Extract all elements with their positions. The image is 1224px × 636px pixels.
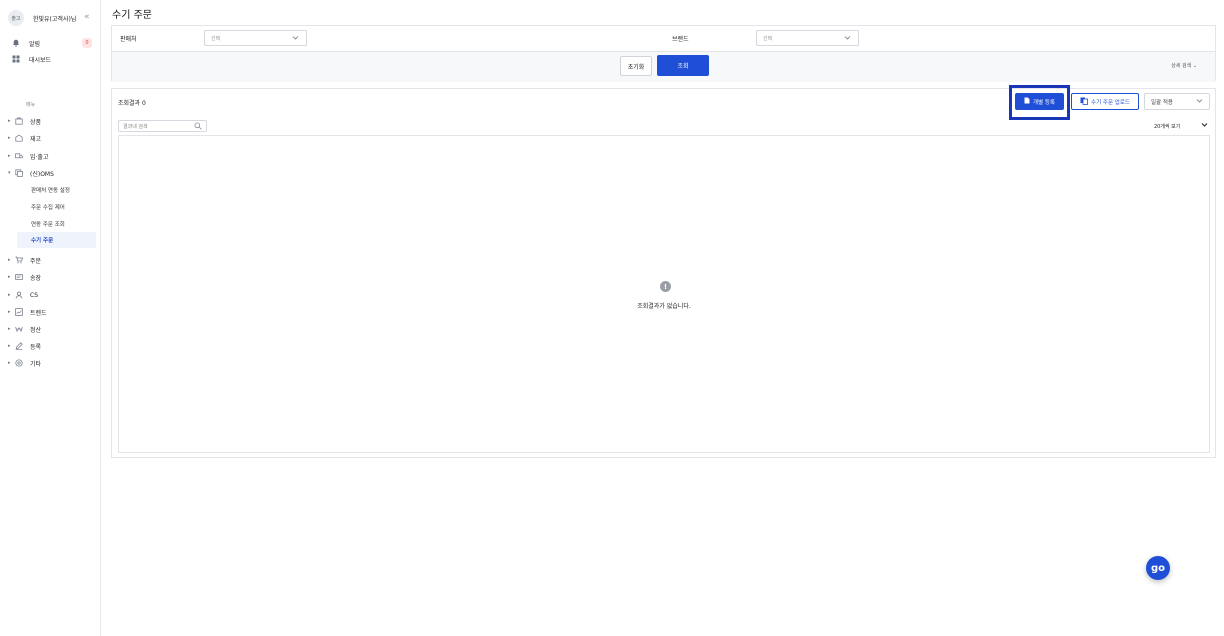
filter-row: 판매처 선택 브랜드 선택 (112, 26, 1215, 52)
bulk-apply-value: 일괄 적용 (1151, 99, 1173, 106)
brand-label: 브랜드 (672, 36, 689, 43)
search-button[interactable]: 조회 (657, 55, 709, 76)
sidebar-item-label: 트렌드 (30, 309, 47, 317)
invoice-icon (14, 273, 23, 281)
profile[interactable]: 출고 한빛유(고객사)님 « (8, 10, 96, 26)
alarm-label: 알림 (29, 40, 41, 48)
pencil-icon (14, 342, 23, 350)
sidebar-item-invoice[interactable]: ▸ 송장 (0, 271, 100, 283)
sidebar-subitem-seller-link[interactable]: 판매처 연동 설정 (17, 182, 96, 198)
dashboard-label: 대시보드 (29, 56, 52, 64)
individual-register-label: 개별 등록 (1033, 99, 1055, 106)
seller-label: 판매처 (120, 36, 137, 43)
sidebar-item-order[interactable]: ▸ 주문 (0, 254, 100, 266)
box-icon (14, 117, 23, 125)
truck-icon (14, 152, 23, 160)
warehouse-icon (14, 134, 23, 142)
sidebar-item-label: 상품 (30, 118, 42, 126)
collapse-icon[interactable]: « (84, 12, 90, 22)
sidebar-item-label: 송장 (30, 274, 42, 282)
sidebar-item-inout[interactable]: ▸ 입·출고 (0, 150, 100, 162)
brand-select[interactable]: 선택 (756, 30, 859, 46)
bell-icon (12, 39, 20, 47)
seller-select[interactable]: 선택 (204, 30, 307, 46)
empty-message: 조회결과가 없습니다. (637, 303, 691, 310)
sidebar-subitem-manual-order[interactable]: 수기 주문 (17, 232, 96, 248)
sidebar-item-label: 재고 (30, 135, 42, 143)
cart-icon (14, 256, 23, 264)
sidebar-item-label: 기타 (30, 360, 42, 368)
result-search-input[interactable]: 결과내 검색 (118, 120, 207, 132)
chevron-down-icon: ⌄ (1192, 63, 1197, 69)
result-search-placeholder: 결과내 검색 (123, 123, 148, 130)
sidebar-item-label: 정산 (30, 326, 42, 334)
page-title: 수기 주문 (112, 10, 152, 21)
sidebar-item-cs[interactable]: ▸ CS (0, 289, 100, 301)
sidebar-item-oms[interactable]: ▾ (신)OMS (0, 167, 100, 179)
result-count: 조회결과 0 (118, 100, 146, 107)
sidebar-item-dashboard[interactable]: 대시보드 (12, 53, 94, 65)
brand-select-value: 선택 (763, 35, 773, 42)
settings-icon (14, 359, 23, 367)
manual-order-upload-button[interactable]: 수기 주문 업로드 (1071, 93, 1139, 110)
won-icon (14, 325, 23, 333)
chevron-down-icon (292, 35, 299, 43)
sidebar-item-stock[interactable]: ▸ 재고 (0, 132, 100, 144)
copy-document-icon (1080, 97, 1088, 107)
search-icon[interactable] (194, 122, 202, 132)
seller-select-value: 선택 (211, 35, 221, 42)
sidebar-item-alarm[interactable]: 알림 0 (12, 37, 94, 49)
dashboard-icon (12, 55, 20, 63)
sidebar-item-settlement[interactable]: ▸ 정산 (0, 323, 100, 335)
individual-register-button[interactable]: 개별 등록 (1015, 93, 1064, 110)
reset-button[interactable]: 초기화 (620, 56, 652, 76)
sidebar-item-etc[interactable]: ▸ 기타 (0, 357, 100, 369)
result-table-empty: ! 조회결과가 없습니다. (118, 135, 1210, 453)
chevron-down-icon (1201, 122, 1208, 130)
trend-icon (14, 308, 23, 316)
document-icon (1024, 97, 1030, 106)
alarm-count-badge: 0 (82, 38, 92, 48)
chevron-down-icon (1196, 98, 1203, 106)
result-panel: 조회결과 0 개별 등록 수기 주문 업로드 일괄 적용 결과내 검색 20개씩… (111, 85, 1216, 458)
sidebar-item-label: 등록 (30, 343, 42, 351)
sidebar-item-label: CS (30, 291, 38, 299)
manual-order-upload-label: 수기 주문 업로드 (1091, 99, 1130, 106)
sidebar-item-label: (신)OMS (30, 170, 54, 178)
menu-heading: 메뉴 (26, 102, 36, 108)
filter-actions: 초기화 조회 상세 검색 ⌄ (112, 52, 1215, 82)
per-page-value: 20개씩 보기 (1154, 123, 1181, 130)
detail-search-label: 상세 검색 (1171, 63, 1192, 69)
sidebar-subitem-order-collect[interactable]: 주문 수집 제어 (17, 199, 96, 215)
detail-search-toggle[interactable]: 상세 검색 ⌄ (1171, 62, 1197, 69)
avatar: 출고 (8, 10, 24, 26)
per-page-select[interactable]: 20개씩 보기 (1152, 120, 1210, 132)
profile-name: 한빛유(고객사)님 (33, 16, 77, 23)
sidebar: 출고 한빛유(고객사)님 « 알림 0 대시보드 메뉴 ▸ 상품 ▸ 재고 ▸ … (0, 0, 101, 636)
person-icon (14, 291, 23, 299)
filter-panel: 판매처 선택 브랜드 선택 초기화 조회 상세 검색 ⌄ (111, 25, 1216, 82)
sidebar-item-register[interactable]: ▸ 등록 (0, 340, 100, 352)
sidebar-item-product[interactable]: ▸ 상품 (0, 115, 100, 127)
sidebar-item-label: 입·출고 (30, 153, 49, 161)
oms-icon (14, 169, 23, 177)
sidebar-item-trend[interactable]: ▸ 트렌드 (0, 306, 100, 318)
exclamation-icon: ! (660, 281, 671, 292)
sidebar-item-label: 주문 (30, 257, 42, 265)
sidebar-subitem-linked-orders[interactable]: 연동 주문 조회 (17, 216, 96, 232)
bulk-apply-select[interactable]: 일괄 적용 (1144, 93, 1210, 110)
go-chat-button[interactable]: go (1146, 556, 1170, 580)
chevron-down-icon (844, 35, 851, 43)
